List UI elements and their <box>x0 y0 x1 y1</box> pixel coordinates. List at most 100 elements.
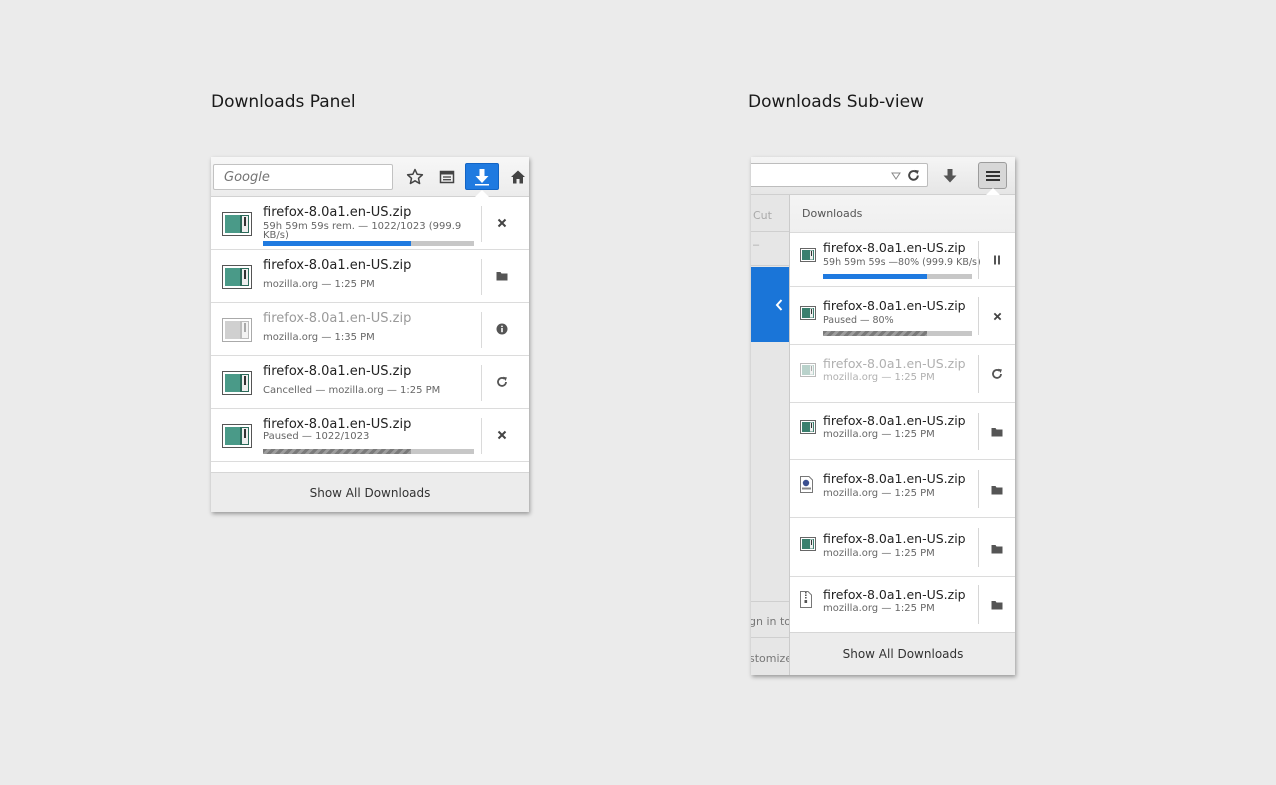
star-icon[interactable] <box>402 164 428 190</box>
close-icon <box>497 430 507 440</box>
menu-item-customize: stomize <box>751 652 793 665</box>
installer-file-icon <box>222 212 252 241</box>
progress-bar <box>823 331 972 336</box>
download-status: 59h 59m 59s —80% (999.9 KB/s) <box>823 257 981 268</box>
folder-icon <box>991 486 1003 495</box>
installer-file-icon <box>222 371 252 400</box>
installer-file-icon <box>800 420 816 439</box>
file-name: firefox-8.0a1.en-US.zip <box>823 413 966 428</box>
info-icon <box>496 323 508 335</box>
folder-icon <box>496 272 508 281</box>
open-folder-button[interactable] <box>985 420 1009 444</box>
open-folder-button[interactable] <box>985 537 1009 561</box>
list-item[interactable]: firefox-8.0a1.en-US.zip 59h 59m 59s rem.… <box>211 197 529 250</box>
retry-button[interactable] <box>489 369 515 395</box>
section-title-panel: Downloads Panel <box>211 92 356 112</box>
dropdown-arrow-icon[interactable] <box>891 172 901 180</box>
show-all-downloads-button[interactable]: Show All Downloads <box>211 472 529 512</box>
folder-icon <box>991 601 1003 610</box>
url-bar[interactable] <box>751 163 928 187</box>
list-item[interactable]: firefox-8.0a1.en-US.zip mozilla.org — 1:… <box>790 577 1015 632</box>
file-name: firefox-8.0a1.en-US.zip <box>263 205 412 220</box>
file-name: firefox-8.0a1.en-US.zip <box>263 311 412 326</box>
list-item[interactable]: firefox-8.0a1.en-US.zip Cancelled — mozi… <box>211 356 529 409</box>
back-button[interactable] <box>751 267 791 342</box>
menu-item-sign-in: gn in to <box>751 615 792 628</box>
downloads-subview: Downloads firefox-8.0a1.en-US.zip 59h 59… <box>789 195 1015 675</box>
folder-icon <box>991 545 1003 554</box>
zip-file-icon <box>800 591 812 613</box>
retry-button[interactable] <box>985 362 1009 386</box>
installer-file-icon <box>800 537 816 556</box>
cancel-button[interactable] <box>489 422 515 448</box>
file-name: firefox-8.0a1.en-US.zip <box>823 587 966 602</box>
download-status: mozilla.org — 1:25 PM <box>823 603 935 614</box>
file-name: firefox-8.0a1.en-US.zip <box>263 417 412 432</box>
file-name: firefox-8.0a1.en-US.zip <box>263 364 412 379</box>
hamburger-icon <box>985 170 1000 181</box>
retry-icon <box>992 368 1002 379</box>
list-item[interactable]: firefox-8.0a1.en-US.zip 59h 59m 59s —80%… <box>790 233 1015 287</box>
list-item[interactable]: firefox-8.0a1.en-US.zip mozilla.org — 1:… <box>211 250 529 303</box>
download-status: mozilla.org — 1:25 PM <box>823 372 935 383</box>
list-item[interactable]: firefox-8.0a1.en-US.zip mozilla.org — 1:… <box>790 403 1015 460</box>
home-icon[interactable] <box>505 164 531 190</box>
file-name: firefox-8.0a1.en-US.zip <box>823 240 966 255</box>
installer-file-icon <box>222 424 252 453</box>
subview-header: Downloads <box>790 195 1015 233</box>
downloads-list: firefox-8.0a1.en-US.zip 59h 59m 59s rem.… <box>211 197 529 462</box>
download-status: mozilla.org — 1:25 PM <box>263 279 375 290</box>
show-all-downloads-button[interactable]: Show All Downloads <box>790 632 1015 675</box>
file-name: firefox-8.0a1.en-US.zip <box>823 356 966 371</box>
download-status: mozilla.org — 1:25 PM <box>823 548 935 559</box>
installer-file-icon <box>800 363 816 382</box>
download-status: Paused — 80% <box>823 315 894 326</box>
list-item[interactable]: firefox-8.0a1.en-US.zip Paused — 80% <box>790 287 1015 345</box>
download-icon[interactable] <box>937 163 963 189</box>
installer-file-icon <box>800 248 816 267</box>
cancel-button[interactable] <box>985 304 1009 328</box>
section-title-subview: Downloads Sub-view <box>748 92 924 112</box>
menu-item-dash: – <box>753 239 760 251</box>
open-folder-button[interactable] <box>489 263 515 289</box>
download-button[interactable] <box>465 163 499 190</box>
image-file-icon <box>800 476 813 498</box>
installer-file-icon <box>800 306 816 325</box>
file-name: firefox-8.0a1.en-US.zip <box>823 531 966 546</box>
list-item[interactable]: firefox-8.0a1.en-US.zip Paused — 1022/10… <box>211 409 529 462</box>
close-icon <box>993 312 1001 320</box>
file-name: firefox-8.0a1.en-US.zip <box>823 298 966 313</box>
list-item[interactable]: firefox-8.0a1.en-US.zip mozilla.org — 1:… <box>790 518 1015 577</box>
chevron-left-icon <box>775 298 783 311</box>
progress-bar <box>263 241 474 246</box>
menu-item-cut: Cut <box>753 209 772 222</box>
download-status: 59h 59m 59s rem. — 1022/1023 (999.9 KB/s… <box>263 221 462 241</box>
search-input[interactable] <box>213 164 393 190</box>
downloads-subview-window: Cut – gn in to stomize Downloads firefox… <box>751 157 1015 675</box>
close-icon <box>497 218 507 228</box>
progress-bar <box>823 274 972 279</box>
download-icon <box>475 168 489 185</box>
pause-button[interactable] <box>985 248 1009 272</box>
list-item[interactable]: firefox-8.0a1.en-US.zip mozilla.org — 1:… <box>211 303 529 356</box>
download-status: Paused — 1022/1023 <box>263 431 370 442</box>
download-status: mozilla.org — 1:25 PM <box>823 488 935 499</box>
open-folder-button[interactable] <box>985 478 1009 502</box>
background-menu: Cut – gn in to stomize <box>751 195 793 675</box>
open-folder-button[interactable] <box>985 593 1009 617</box>
download-status: mozilla.org — 1:25 PM <box>823 429 935 440</box>
installer-file-icon <box>222 265 252 294</box>
reload-icon[interactable] <box>907 169 920 182</box>
list-item[interactable]: firefox-8.0a1.en-US.zip mozilla.org — 1:… <box>790 460 1015 518</box>
cancel-button[interactable] <box>489 210 515 236</box>
folder-icon <box>991 428 1003 437</box>
list-item[interactable]: firefox-8.0a1.en-US.zip mozilla.org — 1:… <box>790 345 1015 403</box>
retry-icon <box>497 376 507 387</box>
reading-list-icon[interactable] <box>434 164 460 190</box>
file-name: firefox-8.0a1.en-US.zip <box>823 471 966 486</box>
menu-button[interactable] <box>978 162 1007 189</box>
pause-icon <box>994 255 1000 265</box>
info-button[interactable] <box>489 316 515 342</box>
progress-bar <box>263 449 474 454</box>
toolbar <box>751 157 1015 196</box>
